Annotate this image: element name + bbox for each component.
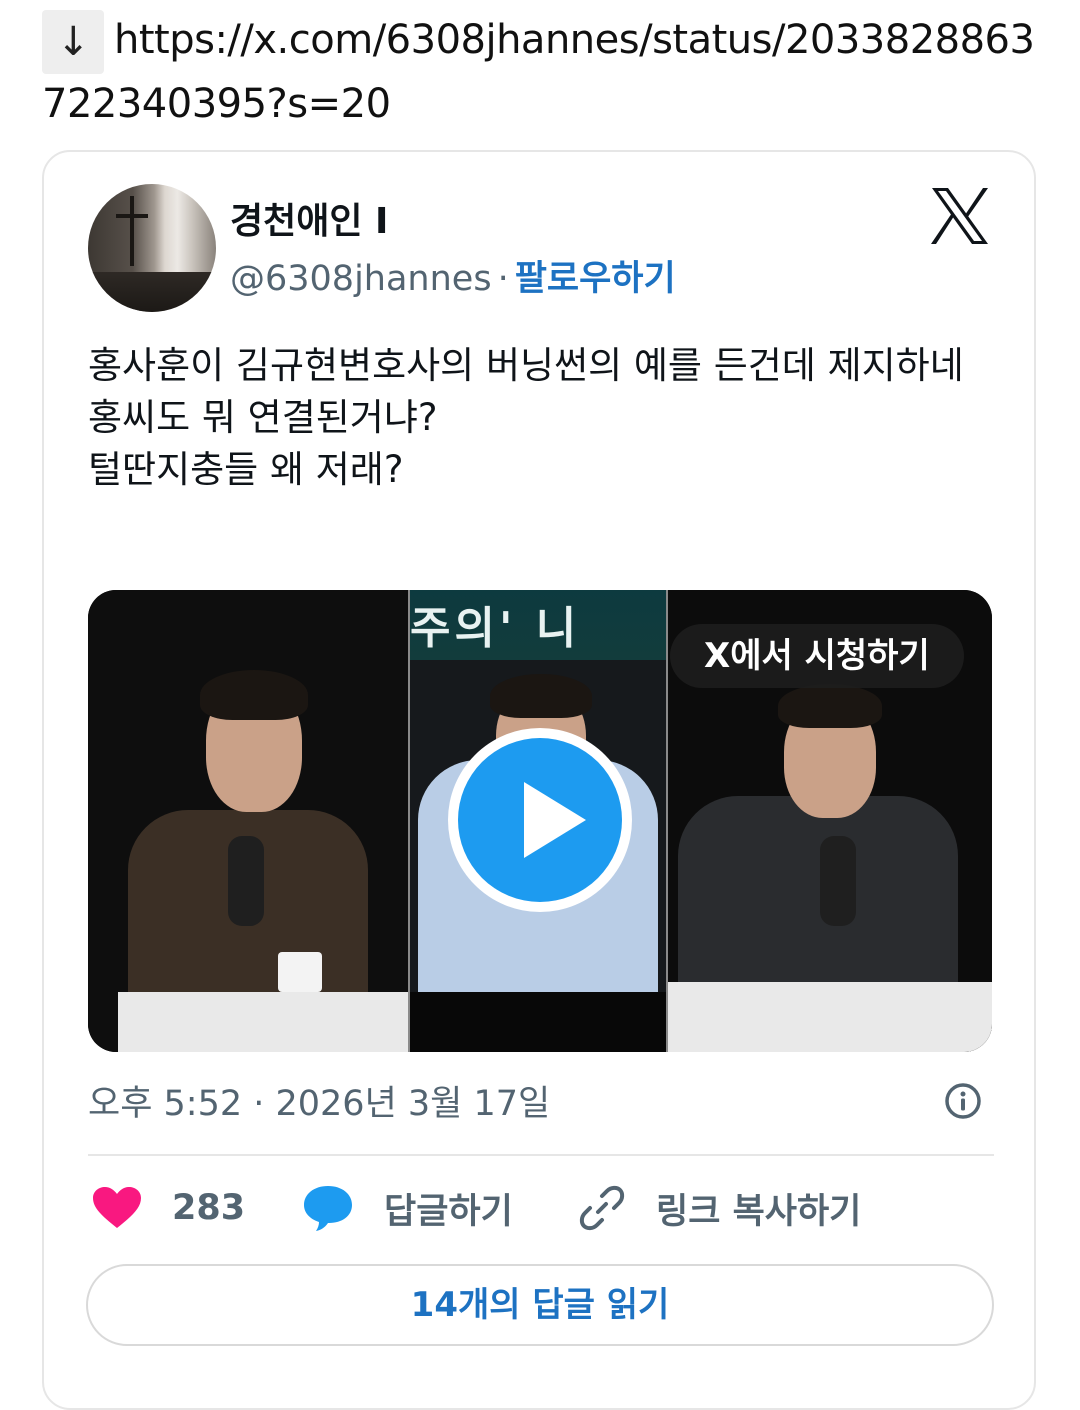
play-button[interactable] <box>448 728 632 912</box>
copy-link-label: 링크 복사하기 <box>656 1191 862 1232</box>
video-thumbnail[interactable]: 주의' 니 X에서 시청하기 <box>88 590 992 1052</box>
watch-on-x-button[interactable]: X에서 시청하기 <box>670 624 964 688</box>
tweet-text: 홍사훈이 김규현변호사의 버닝썬의 예를 든건데 제지하네 홍씨도 뭐 연결된거… <box>88 340 988 496</box>
reply-label: 답글하기 <box>384 1191 513 1232</box>
follow-button[interactable]: 팔로우하기 <box>515 259 676 299</box>
separator-dot: · <box>497 259 509 299</box>
like-button[interactable]: 283 <box>92 1180 245 1236</box>
author-handle[interactable]: @6308jhannes <box>230 259 492 299</box>
x-logo-icon[interactable] <box>930 188 990 244</box>
reply-button[interactable]: 답글하기 <box>302 1180 513 1236</box>
handle-row: @6308jhannes · 팔로우하기 <box>230 250 676 301</box>
download-arrow-icon[interactable]: ↓ <box>42 10 104 74</box>
like-count: 283 <box>172 1188 246 1228</box>
tweet-text-line: 홍사훈이 김규현변호사의 버닝썬의 예를 든건데 제지하네 <box>88 344 964 387</box>
copy-link-button[interactable]: 링크 복사하기 <box>578 1180 861 1236</box>
read-replies-button[interactable]: 14개의 답글 읽기 <box>86 1264 994 1346</box>
avatar[interactable] <box>88 184 216 312</box>
tweet-text-line: 홍씨도 뭐 연결된거냐? <box>88 396 438 439</box>
play-icon <box>524 782 586 858</box>
tweet-url-link[interactable]: https://x.com/6308jhannes/status/2033828… <box>42 17 1035 127</box>
url-line: ↓ https://x.com/6308jhannes/status/203382… <box>42 10 1042 134</box>
video-panel-left <box>88 590 408 1052</box>
info-icon[interactable] <box>944 1082 982 1120</box>
divider <box>88 1154 994 1156</box>
heart-icon <box>93 1187 141 1228</box>
tweet-timestamp[interactable]: 오후 5:52 · 2026년 3월 17일 <box>88 1075 550 1126</box>
link-icon <box>579 1185 625 1231</box>
author-name[interactable]: 경천애인 I <box>230 192 388 244</box>
reply-bubble-icon <box>304 1186 352 1231</box>
video-banner-text: 주의' 니 <box>410 603 581 654</box>
tweet-text-line: 털딴지충들 왜 저래? <box>88 448 404 491</box>
